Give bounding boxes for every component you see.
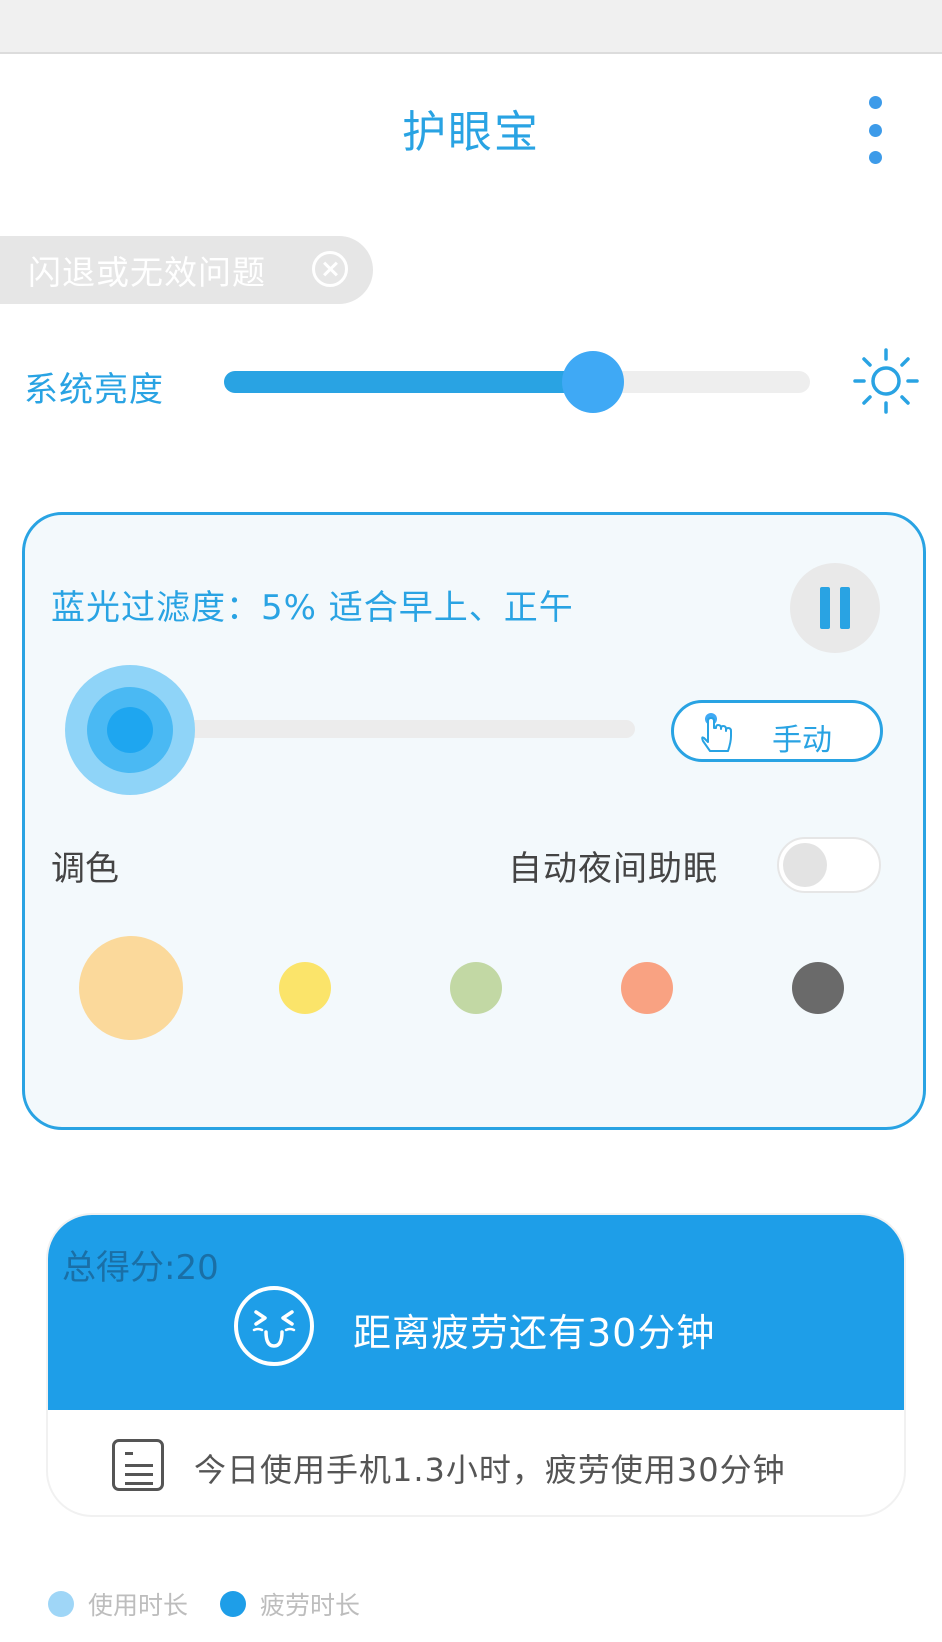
usage-summary-text: 今日使用手机1.3小时，疲劳使用30分钟 xyxy=(194,1451,786,1489)
pause-icon xyxy=(820,587,830,629)
more-dot-icon xyxy=(868,96,882,109)
legend-label-usage: 使用时长 xyxy=(88,1591,189,1620)
brightness-slider-thumb[interactable] xyxy=(562,351,625,413)
pause-icon xyxy=(840,587,850,629)
more-dot-icon xyxy=(868,123,882,137)
swatch-salmon[interactable] xyxy=(621,962,673,1014)
tone-label: 调色 xyxy=(51,849,119,889)
auto-night-toggle[interactable] xyxy=(777,837,881,893)
swatch-green[interactable] xyxy=(450,962,502,1014)
hand-pointer-icon xyxy=(701,713,732,752)
legend-item-usage: 使用时长 xyxy=(48,1586,188,1622)
close-icon[interactable] xyxy=(312,251,348,287)
swatch-apricot[interactable] xyxy=(79,936,183,1040)
tired-face-icon xyxy=(234,1286,314,1366)
pause-button[interactable] xyxy=(790,563,880,653)
status-bar xyxy=(0,0,942,54)
total-score: 总得分:20 xyxy=(62,1248,219,1288)
legend-label-fatigue: 疲劳时长 xyxy=(260,1591,361,1620)
crash-issue-notice[interactable]: 闪退或无效问题 xyxy=(0,236,373,304)
fatigue-banner[interactable]: 总得分:20 距离疲劳还有30分钟 xyxy=(48,1215,904,1410)
filter-slider[interactable] xyxy=(173,720,635,738)
manual-mode-label: 手动 xyxy=(772,723,832,758)
usage-duration-dot-icon xyxy=(48,1591,74,1617)
manual-mode-button[interactable]: 手动 xyxy=(671,700,883,762)
auto-night-label: 自动夜间助眠 xyxy=(508,849,718,889)
filter-level-text: 蓝光过滤度：5% 适合早上、正午 xyxy=(51,588,574,628)
fatigue-score-card: 总得分:20 距离疲劳还有30分钟 今日使用手机1.3小时，疲劳使用30分钟 xyxy=(48,1215,904,1515)
usage-report-icon xyxy=(112,1439,164,1491)
notice-text: 闪退或无效问题 xyxy=(28,253,266,292)
brightness-slider[interactable] xyxy=(224,351,810,413)
swatch-yellow[interactable] xyxy=(279,962,331,1014)
filter-slider-thumb[interactable] xyxy=(65,665,195,795)
brightness-slider-fill xyxy=(224,371,594,393)
more-dot-icon xyxy=(868,151,882,164)
fatigue-countdown-text: 距离疲劳还有30分钟 xyxy=(353,1311,716,1355)
legend-item-fatigue: 疲劳时长 xyxy=(220,1586,360,1622)
page-title: 护眼宝 xyxy=(402,107,540,158)
swatch-gray[interactable] xyxy=(792,962,844,1014)
more-options-button[interactable] xyxy=(858,92,892,168)
toggle-knob xyxy=(783,843,827,887)
brightness-label: 系统亮度 xyxy=(24,370,164,410)
blue-light-filter-card: 蓝光过滤度：5% 适合早上、正午 手动 调色 自动夜间助眠 xyxy=(22,512,926,1130)
fatigue-duration-dot-icon xyxy=(220,1591,246,1617)
sun-icon xyxy=(853,348,919,414)
